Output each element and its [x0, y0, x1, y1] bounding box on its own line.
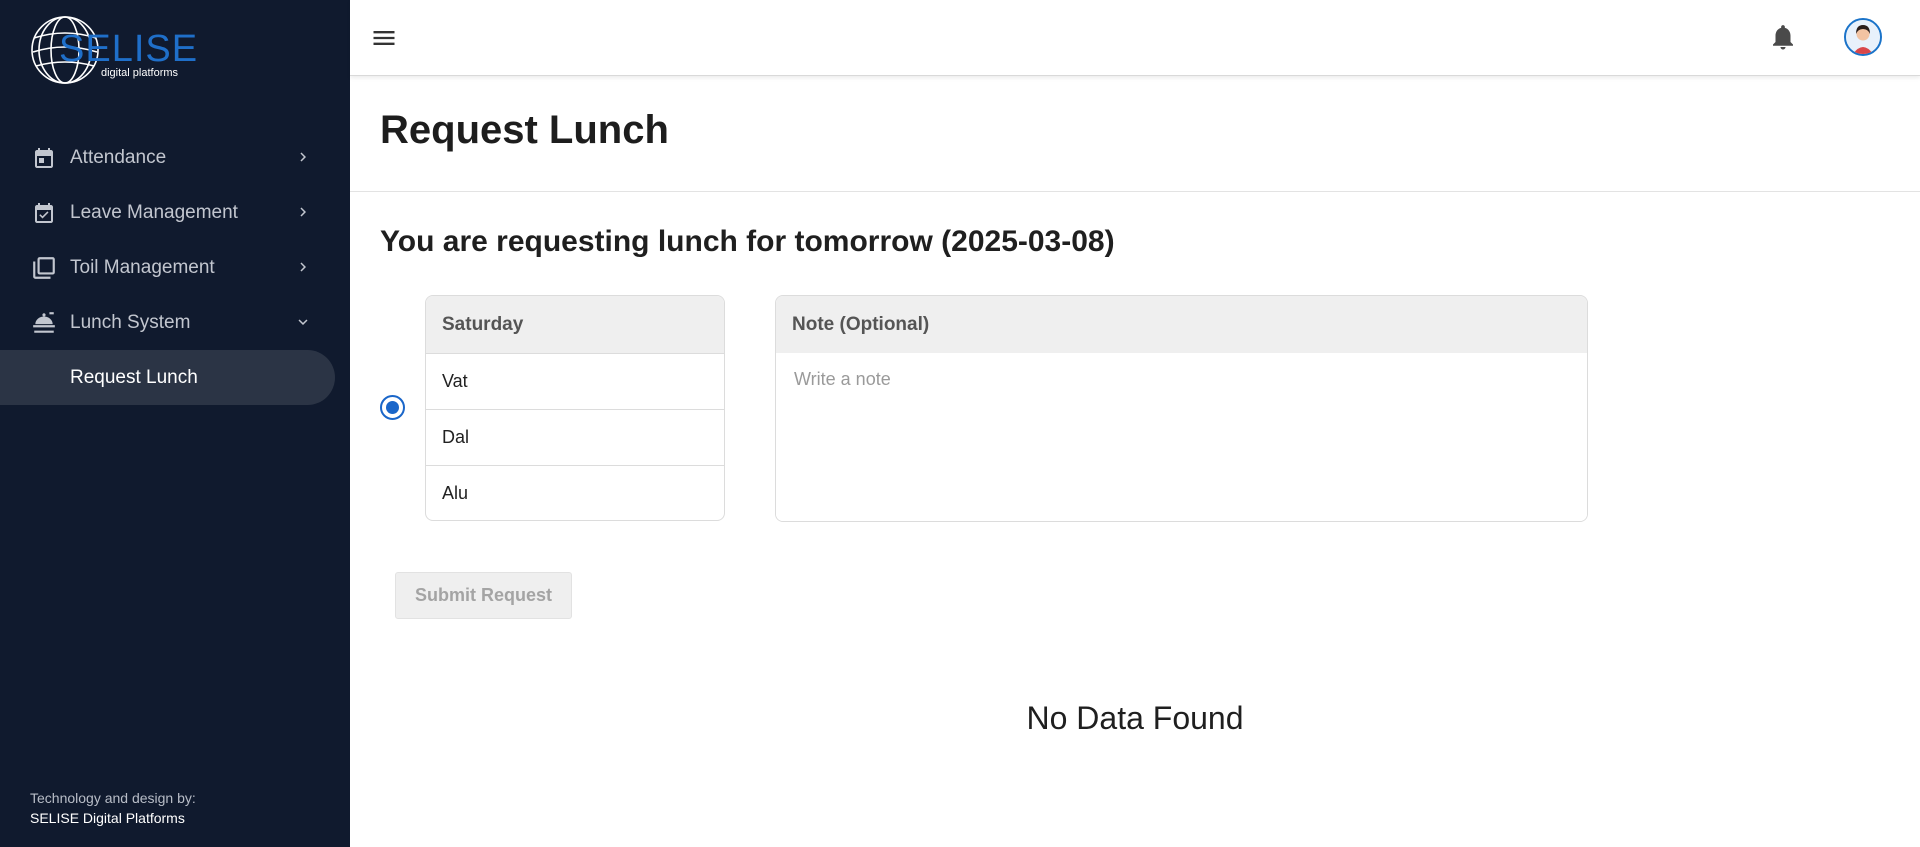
- bell-icon[interactable]: [1768, 22, 1798, 52]
- menu-select-radio[interactable]: [380, 395, 405, 420]
- user-avatar[interactable]: [1844, 18, 1882, 56]
- menu-item: Dal: [426, 409, 724, 465]
- calendar-check-icon: [30, 199, 58, 227]
- submit-request-button[interactable]: Submit Request: [395, 572, 572, 619]
- sidebar-credits: Technology and design by: SELISE Digital…: [30, 788, 196, 828]
- selise-logo[interactable]: SELISE digital platforms: [31, 14, 201, 86]
- chevron-right-icon: [300, 207, 306, 217]
- credits-company: SELISE Digital Platforms: [30, 810, 185, 826]
- svg-text:digital platforms: digital platforms: [101, 67, 179, 79]
- credits-line: Technology and design by:: [30, 790, 196, 806]
- sidebar-item-label: Attendance: [70, 146, 167, 168]
- menu-item: Alu: [426, 465, 724, 520]
- sidebar-item-leave-management[interactable]: Leave Management: [0, 185, 350, 240]
- sidebar-item-toil-management[interactable]: Toil Management: [0, 240, 350, 295]
- sidebar-item-label: Toil Management: [70, 256, 215, 278]
- food-cover-icon: [30, 309, 58, 337]
- note-header: Note (Optional): [776, 296, 1587, 353]
- calendar-icon: [30, 144, 58, 172]
- library-icon: [30, 254, 58, 282]
- menu-item: Vat: [426, 353, 724, 409]
- menu-day-header: Saturday: [426, 296, 724, 353]
- hamburger-icon[interactable]: [370, 24, 398, 52]
- svg-text:SELISE: SELISE: [59, 28, 198, 70]
- request-subtitle: You are requesting lunch for tomorrow (2…: [380, 225, 1115, 258]
- header-divider: [350, 191, 1920, 192]
- empty-state-text: No Data Found: [1026, 700, 1244, 736]
- note-input[interactable]: [776, 353, 1587, 521]
- chevron-right-icon: [300, 152, 306, 162]
- chevron-down-icon: [298, 319, 308, 325]
- sidebar-nav: Attendance Leave Management Toil Managem…: [0, 130, 350, 405]
- sidebar-item-attendance[interactable]: Attendance: [0, 130, 350, 185]
- sidebar-subitem-request-lunch[interactable]: Request Lunch: [0, 350, 335, 405]
- sidebar-item-label: Leave Management: [70, 201, 238, 223]
- lunch-menu-card: Saturday Vat Dal Alu: [425, 295, 725, 521]
- page-title: Request Lunch: [380, 108, 669, 152]
- note-card: Note (Optional): [775, 295, 1588, 522]
- sidebar-item-label: Lunch System: [70, 311, 191, 333]
- chevron-right-icon: [300, 262, 306, 272]
- sidebar-subitem-label: Request Lunch: [70, 366, 198, 388]
- top-bar: [350, 0, 1920, 76]
- sidebar-item-lunch-system[interactable]: Lunch System: [0, 295, 350, 350]
